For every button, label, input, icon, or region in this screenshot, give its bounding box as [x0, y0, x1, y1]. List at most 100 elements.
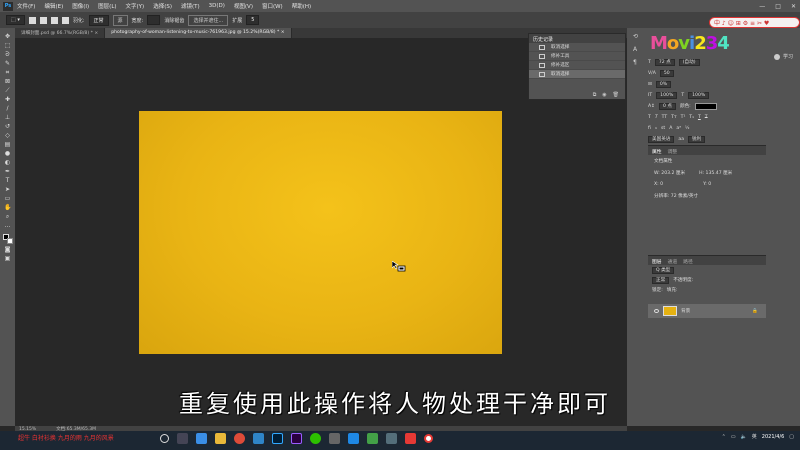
character-panel-icon[interactable]: A: [633, 46, 645, 53]
underline-button[interactable]: T: [698, 115, 701, 120]
new-document-from-state-icon[interactable]: ⧉: [593, 92, 597, 98]
chrome-icon[interactable]: [234, 433, 245, 444]
color-swatches[interactable]: [2, 234, 13, 244]
layer-row-background[interactable]: 背景 🔒: [648, 304, 766, 318]
taskbar-clock[interactable]: 2021/4/6: [762, 434, 784, 440]
layer-kind-filter[interactable]: Q 类型: [652, 266, 675, 274]
app-icon[interactable]: [386, 433, 397, 444]
tab-properties[interactable]: 属性: [652, 148, 662, 155]
screen-mode-icon[interactable]: ▣: [4, 256, 11, 262]
subscript-button[interactable]: T₁: [689, 115, 694, 120]
paragraph-panel-icon[interactable]: ¶: [633, 59, 645, 66]
fraction-button[interactable]: ½: [685, 126, 689, 131]
lasso-tool-icon[interactable]: ᘐ: [4, 52, 11, 58]
history-item[interactable]: 修补选区: [529, 61, 625, 70]
trash-icon[interactable]: 🗑: [613, 92, 619, 98]
document-image[interactable]: [139, 111, 502, 354]
move-tool-icon[interactable]: ✥: [4, 34, 11, 40]
network-icon[interactable]: ▭: [731, 434, 736, 440]
hscale-field[interactable]: 100%: [688, 91, 710, 99]
expand-input[interactable]: 5: [246, 15, 260, 25]
antialias-toggle[interactable]: 源: [112, 14, 128, 26]
pen-tool-icon[interactable]: ✒: [4, 169, 11, 175]
maximize-button[interactable]: □: [775, 3, 781, 10]
app-icon[interactable]: [405, 433, 416, 444]
all-caps-button[interactable]: TT: [662, 115, 668, 120]
learn-button[interactable]: 学习: [774, 53, 793, 60]
photoshop-icon[interactable]: [272, 433, 283, 444]
type-tool-icon[interactable]: T: [4, 178, 11, 184]
history-panel-icon[interactable]: ⟲: [633, 33, 645, 40]
visibility-eye-icon[interactable]: [654, 309, 659, 313]
record-icon[interactable]: [424, 434, 433, 443]
titling-button[interactable]: A: [669, 126, 672, 131]
app-icon[interactable]: [348, 433, 359, 444]
history-item[interactable]: 取消选择: [529, 43, 625, 52]
premiere-icon[interactable]: [291, 433, 302, 444]
tab-cover-psd[interactable]: 详细封面.psd @ 66.7%(RGB/8) * ×: [15, 28, 106, 38]
shape-tool-icon[interactable]: ▭: [4, 196, 11, 202]
eyedropper-tool-icon[interactable]: ⟋: [4, 88, 11, 94]
new-selection-icon[interactable]: [28, 16, 36, 24]
wechat-icon[interactable]: [310, 433, 321, 444]
notification-icon[interactable]: ▢: [789, 434, 794, 440]
text-color-swatch[interactable]: [694, 102, 717, 110]
close-button[interactable]: ✕: [791, 3, 796, 10]
language-select[interactable]: 美国英语: [648, 135, 675, 143]
blur-tool-icon[interactable]: ●: [4, 151, 11, 157]
faux-bold-button[interactable]: T: [648, 115, 651, 120]
menu-layer[interactable]: 图层(L): [98, 2, 116, 10]
minimize-button[interactable]: —: [759, 3, 765, 10]
dodge-tool-icon[interactable]: ◐: [4, 160, 11, 166]
tab-photo-jpg[interactable]: photography-of-woman-listening-to-music-…: [105, 28, 292, 38]
intersect-selection-icon[interactable]: [61, 16, 69, 24]
select-mask-button[interactable]: 选择并遮住...: [188, 14, 229, 26]
hand-tool-icon[interactable]: ✋: [4, 205, 11, 211]
leading-field[interactable]: (自动): [678, 58, 700, 66]
tab-paths[interactable]: 路径: [683, 258, 693, 265]
antialias-select[interactable]: 锐利: [688, 135, 706, 143]
quick-select-tool-icon[interactable]: ✎: [4, 61, 11, 67]
menu-select[interactable]: 选择(S): [153, 2, 172, 10]
marquee-tool-icon[interactable]: ⬚: [4, 43, 11, 49]
menu-help[interactable]: 帮助(H): [292, 2, 311, 10]
cortana-icon[interactable]: [160, 434, 169, 443]
crop-tool-icon[interactable]: ⌗: [4, 70, 11, 76]
app-icon[interactable]: [367, 433, 378, 444]
menu-image[interactable]: 图像(I): [72, 2, 89, 10]
tool-preset-picker[interactable]: ⬚ ▾: [6, 15, 25, 25]
brush-tool-icon[interactable]: ∕: [4, 106, 11, 112]
task-view-icon[interactable]: [177, 433, 188, 444]
snapshot-icon[interactable]: ◉: [602, 92, 606, 98]
superscript-button[interactable]: T¹: [681, 115, 686, 120]
tsume-field[interactable]: 0%: [655, 80, 672, 88]
vscale-field[interactable]: 100%: [656, 91, 678, 99]
history-item-selected[interactable]: 取消选择: [529, 70, 625, 79]
background-color[interactable]: [6, 238, 13, 244]
gradient-tool-icon[interactable]: ▤: [4, 142, 11, 148]
tray-chevron-icon[interactable]: ⌃: [722, 434, 726, 440]
subtract-selection-icon[interactable]: [50, 16, 58, 24]
history-item[interactable]: 修补工具: [529, 52, 625, 61]
tab-channels[interactable]: 通道: [668, 258, 678, 265]
width-input[interactable]: [147, 15, 161, 25]
swash-button[interactable]: ℴ: [655, 126, 657, 131]
baseline-field[interactable]: 0 点: [659, 102, 676, 110]
healing-tool-icon[interactable]: ✚: [4, 97, 11, 103]
tracking-field[interactable]: 50: [659, 69, 674, 77]
edge-icon[interactable]: [253, 433, 264, 444]
menu-type[interactable]: 文字(Y): [126, 2, 145, 10]
feather-value[interactable]: 正常: [88, 14, 109, 26]
volume-icon[interactable]: 🔈: [741, 434, 747, 440]
zoom-tool-icon[interactable]: ⌕: [4, 214, 11, 220]
tab-layers[interactable]: 图层: [652, 258, 662, 265]
app-icon[interactable]: [329, 433, 340, 444]
menu-filter[interactable]: 滤镜(T): [181, 2, 200, 10]
history-brush-icon[interactable]: ↺: [4, 124, 11, 130]
path-select-tool-icon[interactable]: ➤: [4, 187, 11, 193]
frame-tool-icon[interactable]: ⊠: [4, 79, 11, 85]
small-caps-button[interactable]: Tт: [671, 115, 676, 120]
add-selection-icon[interactable]: [39, 16, 47, 24]
folder-icon[interactable]: [215, 433, 226, 444]
tab-adjustments[interactable]: 调整: [668, 148, 678, 155]
